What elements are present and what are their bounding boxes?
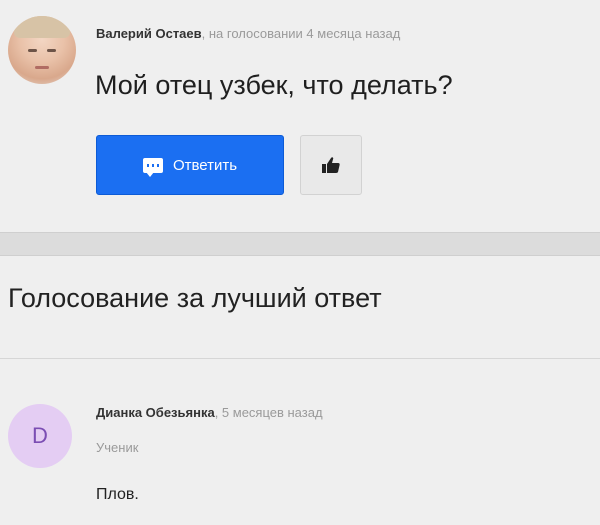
- question-meta: Валерий Остаев, на голосовании 4 месяца …: [96, 26, 400, 41]
- reply-button[interactable]: Ответить: [96, 135, 284, 195]
- question-time: , на голосовании 4 месяца назад: [201, 26, 401, 41]
- answer-avatar[interactable]: D: [8, 404, 72, 468]
- question-block: Валерий Остаев, на голосовании 4 месяца …: [0, 0, 600, 232]
- comment-icon: [142, 157, 163, 177]
- like-button[interactable]: [300, 135, 362, 195]
- question-author[interactable]: Валерий Остаев: [96, 26, 202, 41]
- section-separator: [0, 232, 600, 256]
- reply-button-label: Ответить: [172, 156, 238, 174]
- answer-text: Плов.: [96, 486, 139, 503]
- avatar-mouth: [35, 66, 49, 69]
- divider: [0, 358, 600, 359]
- avatar[interactable]: [8, 16, 76, 84]
- answer-meta: Дианка Обезьянка, 5 месяцев назад: [96, 405, 323, 420]
- avatar-eye: [28, 49, 37, 52]
- avatar-hair: [14, 16, 70, 38]
- page-title: Голосование за лучший ответ: [8, 283, 382, 313]
- thumbs-up-icon: [322, 157, 340, 173]
- question-title: Мой отец узбек, что делать?: [95, 70, 453, 100]
- answer-time: , 5 месяцев назад: [214, 405, 323, 420]
- answer-author-role: Ученик: [96, 440, 139, 455]
- avatar-eye: [47, 49, 56, 52]
- answer-author[interactable]: Дианка Обезьянка: [96, 405, 215, 420]
